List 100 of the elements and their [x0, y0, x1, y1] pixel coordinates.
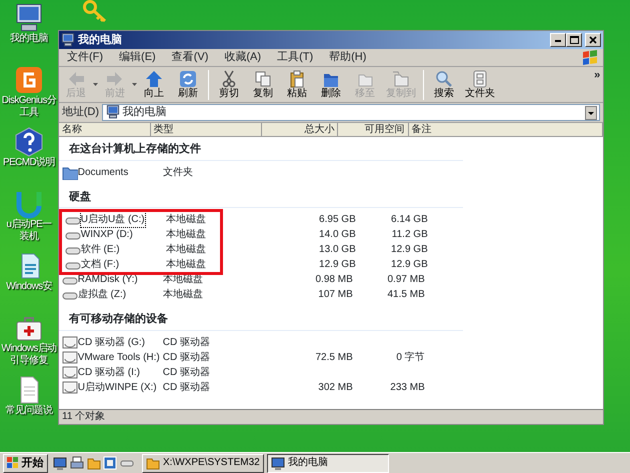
menu-item[interactable]: 查看(V): [164, 49, 216, 66]
item-name[interactable]: CD 驱动器 (G:): [78, 334, 145, 350]
cd-drive-icon: [62, 380, 78, 394]
item-type: 本地磁盘: [162, 273, 204, 287]
cd-drive-icon: [62, 334, 78, 350]
item-name[interactable]: 软件 (E:): [80, 242, 120, 257]
free-space: 41.5 MB: [386, 288, 425, 302]
column-header[interactable]: 总大小: [262, 123, 338, 136]
column-header[interactable]: 备注: [408, 123, 603, 136]
item-name[interactable]: 虚拟盘 (Z:): [78, 287, 126, 302]
folder-icon: [392, 70, 410, 88]
item-type: 本地磁盘: [164, 258, 207, 272]
address-label: 地址(D): [62, 105, 100, 120]
computer-icon[interactable]: [53, 456, 67, 470]
item-type: 本地磁盘: [164, 242, 207, 257]
refresh-icon: [179, 70, 197, 88]
toolbar-button[interactable]: 搜索: [427, 68, 461, 100]
close-icon: [589, 36, 597, 44]
window-title: 我的电脑: [78, 32, 122, 48]
column-header[interactable]: 类型: [150, 123, 262, 136]
toolbar-more-button[interactable]: »: [594, 67, 600, 84]
folder-icon: [146, 456, 160, 470]
total-size: 13.0 GB: [318, 243, 356, 257]
computer-icon: [61, 32, 75, 47]
menu-item[interactable]: 工具(T): [269, 49, 322, 66]
free-space: 12.9 GB: [390, 243, 428, 257]
taskbar-button[interactable]: 我的电脑: [267, 454, 389, 472]
toolbar-button[interactable]: 剪切: [212, 68, 246, 100]
start-button[interactable]: 开始: [2, 454, 48, 472]
maximize-button[interactable]: [566, 33, 582, 47]
menu-item[interactable]: 编辑(E): [111, 49, 164, 66]
toolbar-button[interactable]: 向上: [137, 68, 171, 100]
minimize-icon: [555, 40, 562, 42]
cd-drive-icon: [62, 364, 78, 380]
item-type: CD 驱动器: [162, 366, 211, 380]
free-space: 6.14 GB: [390, 213, 428, 227]
total-size: 107 MB: [317, 288, 353, 302]
cd-drive-icon: [62, 350, 78, 364]
address-field[interactable]: 我的电脑: [102, 104, 600, 121]
total-size: 72.5 MB: [314, 350, 353, 364]
help-icon: [14, 127, 44, 157]
free-space: 233 MB: [389, 380, 425, 394]
free-space: 11.2 GB: [390, 228, 428, 242]
diskgenius-icon: [14, 65, 44, 95]
folder-icon: [62, 164, 78, 180]
item-type: 本地磁盘: [164, 212, 207, 227]
menu-item[interactable]: 文件(F): [59, 49, 112, 66]
folder-tree-icon: [471, 70, 489, 88]
column-header[interactable]: 名称: [59, 123, 151, 136]
item-name[interactable]: U启动U盘 (C:): [80, 212, 145, 227]
u-logo-icon: [14, 189, 44, 219]
status-text: 11 个对象: [62, 410, 106, 424]
item-type: CD 驱动器: [162, 336, 211, 350]
free-space: 12.9 GB: [390, 258, 428, 272]
scissors-icon: [220, 70, 238, 88]
item-name[interactable]: 文档 (F:): [80, 257, 120, 272]
menu-item[interactable]: 帮助(H): [321, 49, 374, 66]
copy-icon: [254, 70, 272, 88]
item-name[interactable]: RAMDisk (Y:): [78, 272, 138, 287]
maximize-icon: [570, 36, 579, 44]
close-button[interactable]: [585, 33, 601, 47]
up-arrow-icon: [145, 70, 163, 88]
computer-icon: [271, 456, 285, 470]
item-type: 文件夹: [162, 166, 194, 180]
toolbar-button[interactable]: 刷新: [171, 68, 205, 100]
toolbar-button[interactable]: 文件夹: [461, 68, 499, 100]
item-type: CD 驱动器: [162, 380, 211, 394]
search-icon: [435, 70, 453, 88]
total-size: 14.0 GB: [318, 228, 356, 242]
total-size: 6.95 GB: [318, 213, 356, 227]
total-size: 302 MB: [317, 380, 353, 394]
clipboard-icon: [288, 70, 306, 88]
free-space: 0 字节: [395, 350, 425, 364]
toolbar-button[interactable]: 粘贴: [280, 68, 314, 100]
item-name[interactable]: VMware Tools (H:): [78, 350, 160, 364]
group-heading: 有可移动存储的设备: [59, 308, 463, 330]
toolbar-button[interactable]: 复制: [246, 68, 280, 100]
item-type: 本地磁盘: [164, 228, 207, 242]
computer-icon: [14, 3, 44, 33]
screen-icon[interactable]: [103, 456, 118, 470]
column-header[interactable]: 可用空间: [338, 123, 409, 136]
windows-logo-icon: [6, 457, 19, 469]
taskbar-button[interactable]: X:\WXPE\SYSTEM32: [142, 454, 264, 472]
forward-arrow-icon: [106, 70, 124, 88]
windows-flag-icon: [582, 49, 598, 66]
computer-icon: [106, 105, 120, 120]
address-text: 我的电脑: [122, 104, 166, 120]
minimize-button[interactable]: [550, 33, 566, 47]
item-name[interactable]: CD 驱动器 (I:): [78, 364, 140, 380]
total-size: 0.98 MB: [314, 273, 353, 287]
back-arrow-icon: [67, 70, 85, 88]
item-name[interactable]: WINXP (D:): [80, 227, 133, 242]
printer-icon[interactable]: [70, 456, 84, 470]
item-name[interactable]: Documents: [78, 164, 128, 180]
toolbar-button[interactable]: 删除: [314, 68, 348, 100]
group-heading: 硬盘: [59, 186, 463, 208]
item-name[interactable]: U启动WINPE (X:): [78, 380, 157, 394]
item-type: 本地磁盘: [162, 288, 204, 302]
menu-item[interactable]: 收藏(A): [216, 49, 270, 66]
item-type: CD 驱动器: [162, 350, 211, 364]
